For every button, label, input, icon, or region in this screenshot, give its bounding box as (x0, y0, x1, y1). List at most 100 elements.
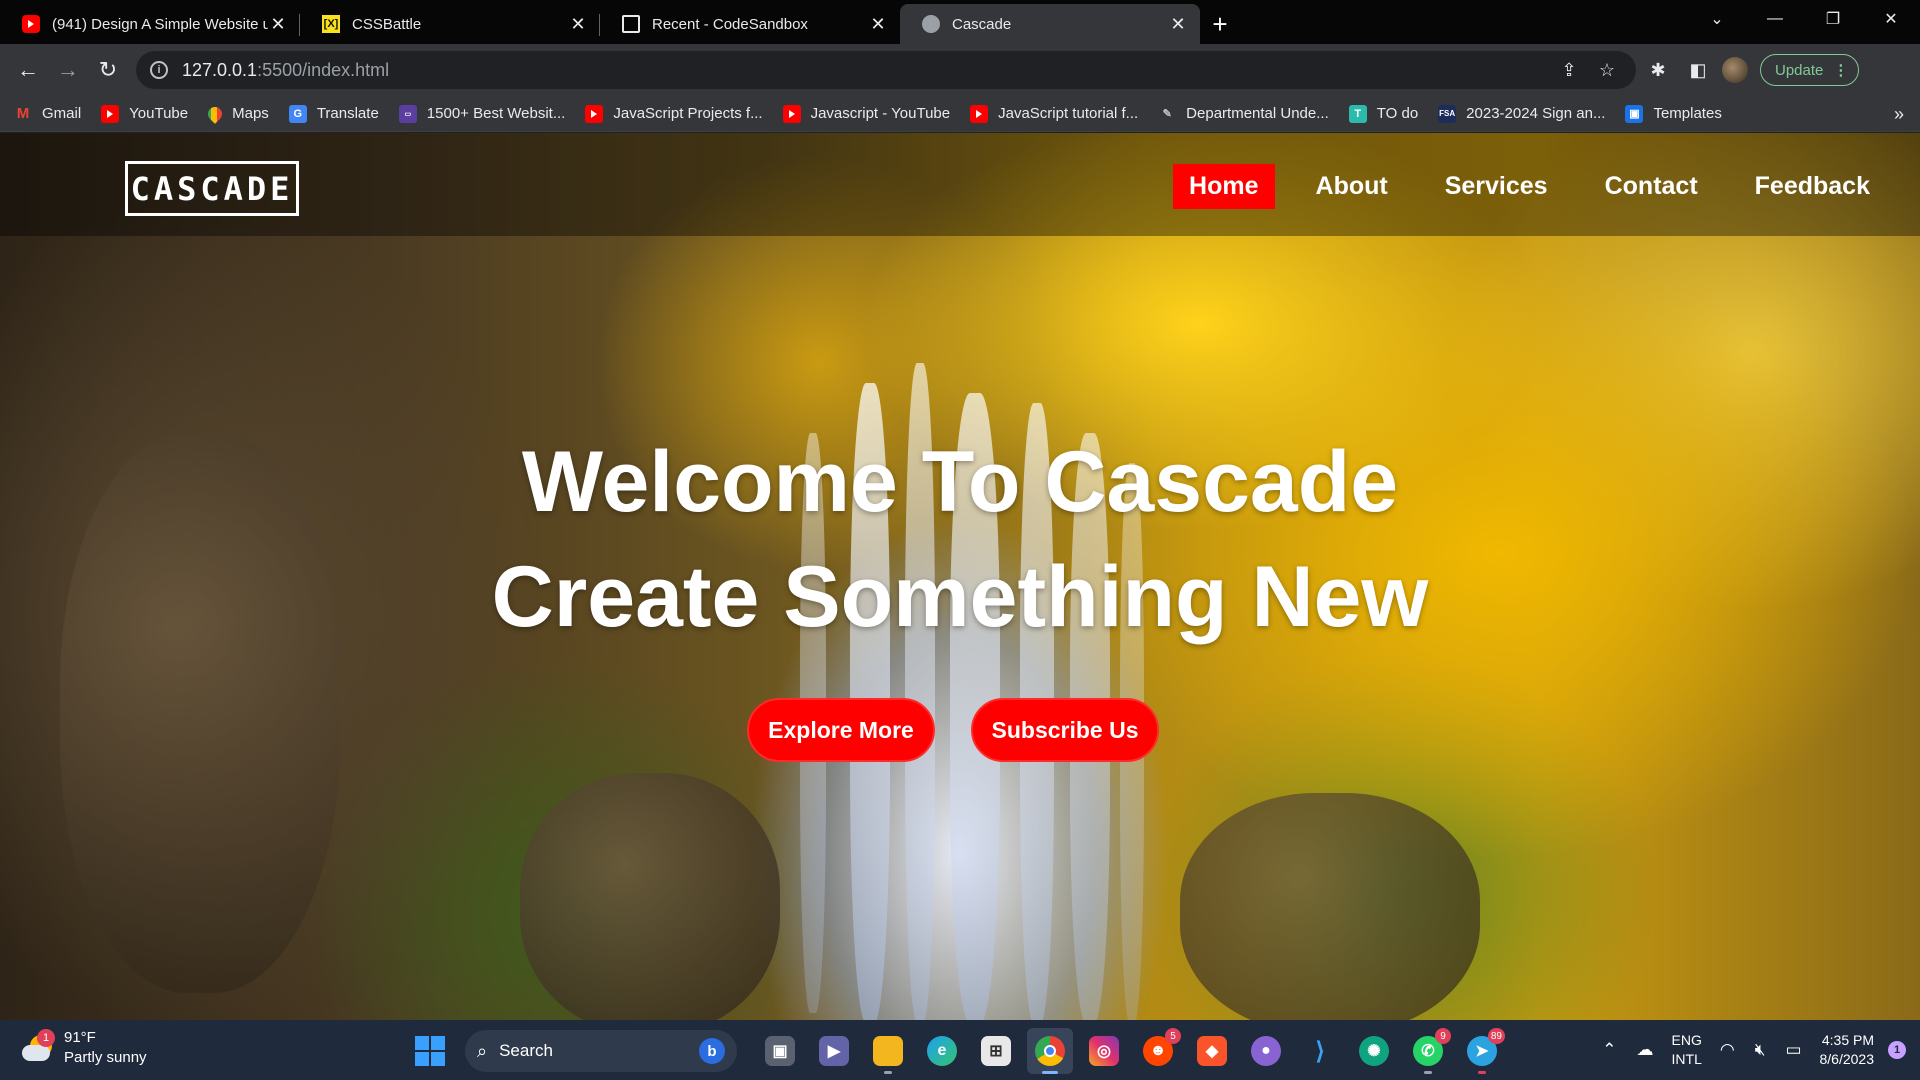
hero-title-line-2: Create Something New (491, 549, 1429, 645)
close-tab-icon[interactable]: ✕ (568, 14, 588, 34)
onedrive-icon[interactable]: ☁ (1637, 1040, 1654, 1060)
github-icon: ● (1251, 1036, 1281, 1066)
bookmark-youtube[interactable]: YouTube (101, 104, 188, 123)
store-button[interactable]: ⊞ (973, 1028, 1019, 1074)
weather-widget[interactable]: 1 91°F Partly sunny (22, 1028, 147, 1068)
side-panel-icon[interactable]: ◧ (1680, 52, 1716, 88)
volume-muted-icon[interactable]: 🔇︎ (1755, 1040, 1766, 1060)
reddit-button[interactable]: ☻ 5 (1135, 1028, 1181, 1074)
notification-badge[interactable]: 1 (1888, 1041, 1906, 1059)
bookmark-js-projects[interactable]: JavaScript Projects f... (585, 104, 763, 123)
bookmark-maps[interactable]: Maps (205, 103, 269, 124)
address-bar[interactable]: i 127.0.0.1:5500/index.html ⇪ ☆ (136, 51, 1636, 89)
store-icon: ⊞ (981, 1036, 1011, 1066)
reload-button[interactable]: ↻ (90, 52, 126, 88)
dept-icon: ✎ (1162, 108, 1172, 120)
github-button[interactable]: ● (1243, 1028, 1289, 1074)
tab-search-icon[interactable]: ⌄ (1688, 0, 1746, 38)
close-tab-icon[interactable]: ✕ (868, 14, 888, 34)
update-label: Update (1775, 61, 1824, 79)
tab-strip: (941) Design A Simple Website u ✕ [X] CS… (0, 0, 1920, 44)
chatgpt-icon: ✺ (1359, 1036, 1389, 1066)
site-icon: ▭ (398, 104, 417, 123)
folder-icon (873, 1036, 903, 1066)
share-icon[interactable]: ⇪ (1554, 55, 1584, 85)
chatgpt-button[interactable]: ✺ (1351, 1028, 1397, 1074)
nav-contact[interactable]: Contact (1589, 164, 1714, 209)
instagram-button[interactable]: ◎ (1081, 1028, 1127, 1074)
fsa-icon: FSA (1438, 104, 1457, 123)
nav-home[interactable]: Home (1173, 164, 1275, 209)
tab-codesandbox[interactable]: Recent - CodeSandbox ✕ (600, 4, 900, 44)
site-header: CASCADE Home About Services Contact Feed… (0, 133, 1920, 236)
extensions-icon[interactable]: ✱ (1640, 52, 1676, 88)
tab-title: CSSBattle (352, 15, 422, 33)
bookmark-best-websites[interactable]: ▭ 1500+ Best Websit... (398, 104, 565, 123)
subscribe-button[interactable]: Subscribe Us (971, 698, 1159, 762)
bookmark-label: Departmental Unde... (1186, 105, 1329, 122)
nav-about[interactable]: About (1300, 164, 1404, 209)
close-window-button[interactable]: ✕ (1862, 0, 1920, 38)
forward-button[interactable]: → (50, 52, 86, 88)
explore-more-button[interactable]: Explore More (747, 698, 935, 762)
task-view-button[interactable]: ▣ (757, 1028, 803, 1074)
weather-condition: Partly sunny (64, 1049, 147, 1066)
profile-avatar[interactable] (1722, 57, 1748, 83)
weather-badge: 1 (37, 1029, 55, 1047)
new-tab-button[interactable]: + (1200, 4, 1240, 44)
chevron-up-icon[interactable]: ⌃ (1602, 1040, 1616, 1060)
battery-icon[interactable]: ▭ (1785, 1040, 1801, 1060)
close-tab-icon[interactable]: ✕ (268, 14, 288, 34)
vscode-icon: ⟩ (1305, 1036, 1335, 1066)
language-indicator[interactable]: ENG INTL (1672, 1031, 1702, 1069)
tab-cssbattle[interactable]: [X] CSSBattle ✕ (300, 4, 600, 44)
bookmark-todo[interactable]: T TO do (1348, 104, 1418, 123)
bookmark-js-youtube[interactable]: Javascript - YouTube (782, 104, 950, 123)
taskbar-search[interactable]: ⌕ Search b (465, 1030, 737, 1072)
site-logo[interactable]: CASCADE (125, 161, 299, 216)
bookmark-templates[interactable]: ▣ Templates (1625, 104, 1722, 123)
chrome-button[interactable] (1027, 1028, 1073, 1074)
bookmark-js-tutorial[interactable]: JavaScript tutorial f... (970, 104, 1138, 123)
tab-youtube-video[interactable]: (941) Design A Simple Website u ✕ (0, 4, 300, 44)
tab-cascade[interactable]: Cascade ✕ (900, 4, 1200, 44)
bookmark-gmail[interactable]: M Gmail (14, 105, 81, 123)
whatsapp-button[interactable]: ✆ 9 (1405, 1028, 1451, 1074)
bookmark-fsa[interactable]: FSA 2023-2024 Sign an... (1438, 104, 1606, 123)
bookmarks-bar: M Gmail YouTube Maps G Translate ▭ 1500+ Be… (0, 96, 1920, 132)
url-host: 127.0.0.1 (182, 59, 258, 80)
restore-button[interactable]: ❐ (1804, 0, 1862, 38)
browser-toolbar: ← → ↻ i 127.0.0.1:5500/index.html ⇪ ☆ ✱ … (0, 44, 1920, 96)
update-button[interactable]: Update ⋮ (1760, 54, 1860, 86)
vscode-button[interactable]: ⟩ (1297, 1028, 1343, 1074)
brave-button[interactable]: ◆ (1189, 1028, 1235, 1074)
nav-services[interactable]: Services (1429, 164, 1564, 209)
close-tab-icon[interactable]: ✕ (1168, 14, 1188, 34)
bookmark-star-icon[interactable]: ☆ (1592, 55, 1622, 85)
telegram-button[interactable]: ➤ 89 (1459, 1028, 1505, 1074)
site-info-icon[interactable]: i (150, 61, 168, 79)
bookmark-label: 2023-2024 Sign an... (1466, 105, 1606, 122)
wifi-icon[interactable]: ◠ (1720, 1040, 1735, 1060)
search-placeholder: Search (499, 1041, 553, 1060)
back-button[interactable]: ← (10, 52, 46, 88)
bookmarks-overflow-icon[interactable]: » (1894, 104, 1904, 125)
youtube-icon (782, 104, 801, 123)
file-explorer-button[interactable] (865, 1028, 911, 1074)
rock (520, 773, 780, 1020)
taskbar-apps: ⌕ Search b ▣ ▶ e ⊞ ◎ ☻ 5 ◆ ● ⟩ ✺ ✆ 9 ➤ 89 (415, 1028, 1509, 1074)
minimize-button[interactable]: — (1746, 0, 1804, 38)
globe-icon (922, 15, 940, 33)
language-code: ENG (1671, 1032, 1702, 1048)
edge-button[interactable]: e (919, 1028, 965, 1074)
start-button[interactable] (415, 1036, 445, 1066)
clock[interactable]: 4:35 PM 8/6/2023 (1820, 1031, 1875, 1069)
bookmark-translate[interactable]: G Translate (288, 104, 379, 123)
nav-feedback[interactable]: Feedback (1739, 164, 1886, 209)
chrome-icon (1035, 1036, 1065, 1066)
bookmark-departmental[interactable]: ✎ Departmental Unde... (1158, 105, 1329, 123)
bookmark-label: JavaScript Projects f... (613, 105, 763, 122)
teams-chat-button[interactable]: ▶ (811, 1028, 857, 1074)
bing-icon[interactable]: b (699, 1038, 725, 1064)
templates-icon: ▣ (1625, 104, 1644, 123)
